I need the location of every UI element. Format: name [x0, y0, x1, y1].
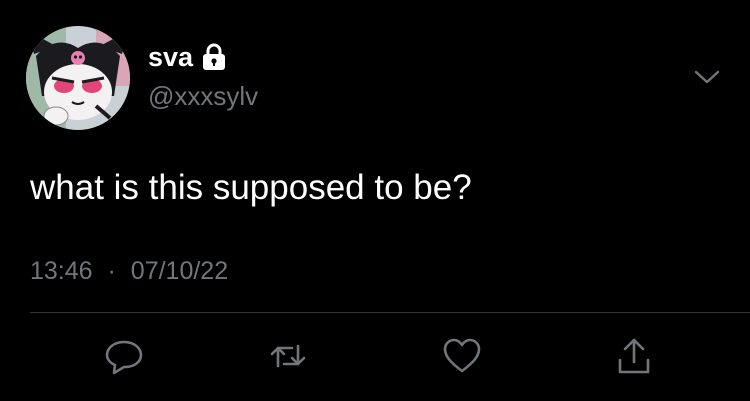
tweet-card: sva @xxxsylv what is this supposed to be…: [0, 0, 750, 401]
handle[interactable]: @xxxsylv: [148, 80, 258, 112]
avatar[interactable]: [26, 26, 130, 130]
heart-icon: [443, 338, 481, 373]
tweet-date[interactable]: 07/10/22: [131, 257, 228, 285]
tweet-meta: 13:46 · 07/10/22: [30, 255, 228, 287]
share-button[interactable]: [612, 334, 656, 378]
meta-separator: ·: [107, 257, 116, 285]
display-name[interactable]: sva: [148, 40, 193, 74]
lock-icon: [201, 42, 227, 72]
reply-button[interactable]: [102, 334, 146, 378]
tweet-time[interactable]: 13:46: [30, 257, 93, 285]
more-options-button[interactable]: [690, 60, 724, 94]
reply-icon: [105, 340, 143, 375]
tweet-text: what is this supposed to be?: [30, 168, 472, 207]
kuromi-avatar-image: [26, 26, 130, 130]
author-row: sva: [148, 40, 227, 74]
chevron-down-icon: [694, 70, 720, 84]
divider: [30, 312, 750, 313]
share-icon: [618, 338, 650, 374]
retweet-button[interactable]: [266, 334, 310, 378]
like-button[interactable]: [440, 334, 484, 378]
retweet-icon: [270, 344, 306, 368]
